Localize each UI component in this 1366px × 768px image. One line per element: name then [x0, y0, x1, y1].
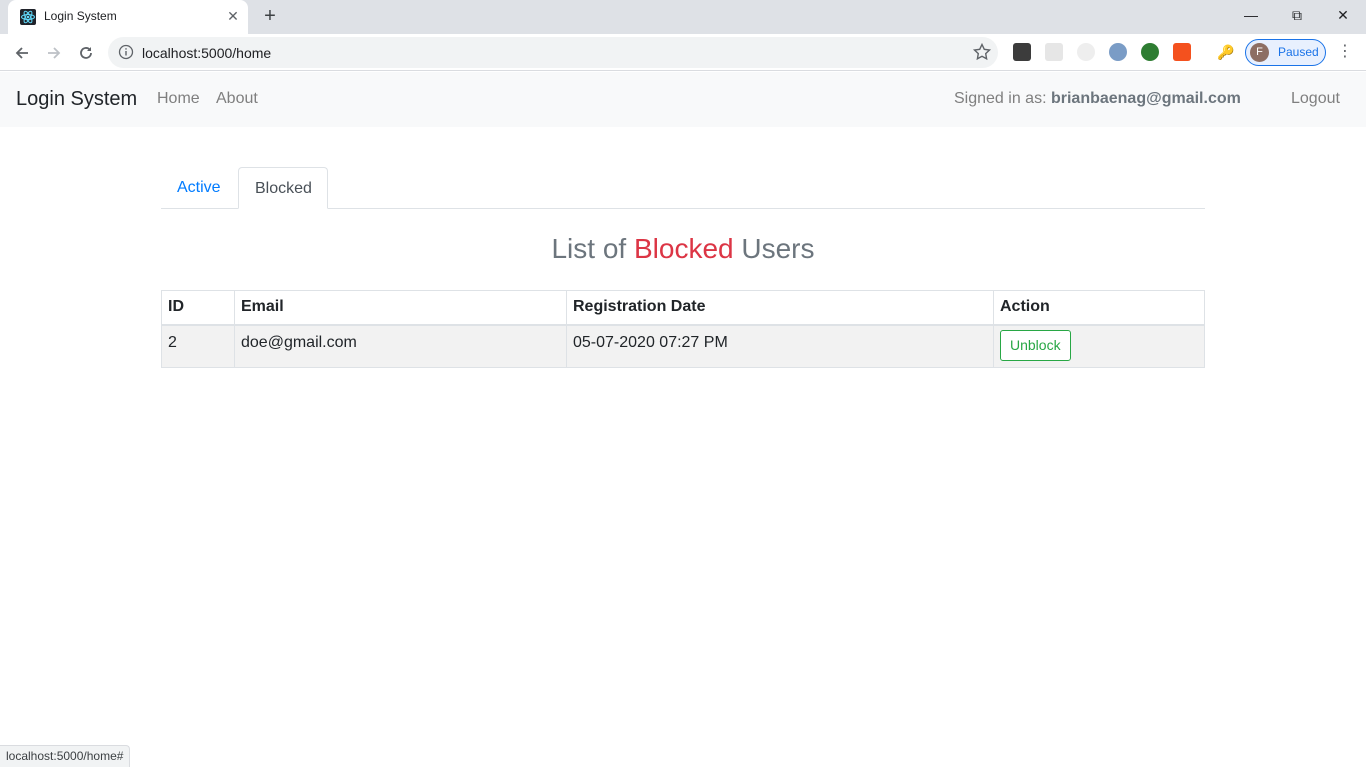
key-icon[interactable]: 🔑	[1217, 43, 1235, 61]
menu-icon[interactable]: ⋮	[1335, 42, 1355, 62]
minimize-icon[interactable]: —	[1228, 0, 1274, 30]
cell-action: Unblock	[993, 324, 1205, 368]
signed-in-label: Signed in as:	[954, 90, 1047, 107]
profile-status: Paused	[1278, 45, 1319, 59]
unblock-button[interactable]: Unblock	[1000, 329, 1071, 361]
tab-active[interactable]: Active	[161, 167, 237, 209]
page-title: List of Blocked Users	[0, 233, 1366, 265]
extension-blue-circle-icon[interactable]	[1109, 43, 1127, 61]
title-highlight: Blocked	[633, 233, 734, 264]
bookmark-star-icon[interactable]	[972, 42, 992, 62]
tab-title: Login System	[44, 9, 117, 23]
brand[interactable]: Login System	[16, 88, 137, 111]
table-row: 2 doe@gmail.com 05-07-2020 07:27 PM Unbl…	[161, 324, 1205, 368]
close-window-icon[interactable]: ✕	[1320, 0, 1366, 30]
tab-blocked[interactable]: Blocked	[238, 167, 328, 209]
column-header-email: Email	[234, 290, 567, 326]
title-prefix: List of	[551, 233, 627, 264]
user-tabs: Active Blocked	[161, 167, 1205, 209]
status-bar-url: localhost:5000/home#	[0, 745, 131, 767]
app-navbar: Login System Home About Signed in as: br…	[0, 72, 1366, 127]
column-header-id: ID	[161, 290, 235, 326]
signed-in-text: Signed in as: brianbaenag@gmail.com	[954, 90, 1241, 108]
column-header-registration-date: Registration Date	[566, 290, 994, 326]
extension-grid-icon[interactable]	[1045, 43, 1063, 61]
table-header-row: ID Email Registration Date Action	[161, 290, 1205, 326]
browser-toolbar: localhost:5000/home 🔑 F Paused ⋮	[0, 34, 1366, 71]
new-tab-icon[interactable]: +	[258, 5, 282, 29]
react-icon	[20, 9, 36, 25]
logout-link[interactable]: Logout	[1291, 90, 1340, 108]
extension-glasses-icon[interactable]	[1013, 43, 1031, 61]
restore-icon[interactable]: ⧉	[1274, 0, 1320, 30]
cell-registration-date: 05-07-2020 07:27 PM	[566, 324, 994, 368]
cell-id: 2	[161, 324, 235, 368]
nav-link-home[interactable]: Home	[157, 90, 200, 108]
nav-link-about[interactable]: About	[216, 90, 258, 108]
back-icon[interactable]	[9, 40, 35, 66]
browser-tab-strip: Login System ✕ + — ⧉ ✕	[0, 0, 1366, 34]
blocked-users-table: ID Email Registration Date Action 2 doe@…	[161, 290, 1205, 368]
browser-tab[interactable]: Login System ✕	[8, 0, 248, 34]
extension-on-icon[interactable]	[1173, 43, 1191, 61]
forward-icon[interactable]	[41, 40, 67, 66]
title-suffix: Users	[741, 233, 815, 264]
info-icon[interactable]	[118, 44, 134, 60]
signed-in-email: brianbaenag@gmail.com	[1050, 90, 1241, 107]
url-text: localhost:5000/home	[142, 45, 272, 61]
extension-globe-icon[interactable]	[1141, 43, 1159, 61]
close-tab-icon[interactable]: ✕	[224, 7, 242, 25]
address-bar[interactable]: localhost:5000/home	[108, 37, 998, 68]
column-header-action: Action	[993, 290, 1205, 326]
profile-button[interactable]: F Paused	[1245, 39, 1326, 66]
reload-icon[interactable]	[73, 40, 99, 66]
extension-target-icon[interactable]	[1077, 43, 1095, 61]
cell-email: doe@gmail.com	[234, 324, 567, 368]
avatar: F	[1250, 43, 1269, 62]
